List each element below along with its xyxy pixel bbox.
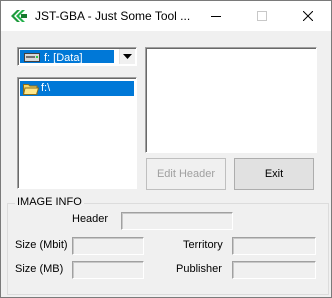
green-chevron-icon	[11, 9, 27, 23]
title-bar[interactable]: JST-GBA - Just Some Tool ...	[1, 1, 331, 31]
window-title: JST-GBA - Just Some Tool ...	[35, 9, 191, 23]
directory-list[interactable]: f:\	[17, 77, 137, 189]
preview-panel	[145, 47, 317, 153]
edit-header-button[interactable]: Edit Header	[146, 158, 226, 190]
image-info-title: IMAGE INFO	[15, 196, 84, 208]
drive-icon	[24, 53, 40, 65]
size-mb-field	[72, 261, 144, 279]
close-button[interactable]	[285, 1, 331, 31]
directory-list-item[interactable]: f:\	[20, 81, 134, 96]
maximize-icon	[257, 11, 267, 21]
main-window: JST-GBA - Just Some Tool ... f: [Data] f…	[0, 0, 332, 298]
close-icon	[303, 11, 313, 21]
dropdown-button[interactable]	[119, 49, 135, 64]
drive-select-highlight: f: [Data]	[20, 50, 114, 65]
directory-item-label: f:\	[41, 82, 51, 94]
minimize-icon	[211, 16, 221, 17]
minimize-button[interactable]	[193, 1, 239, 31]
exit-button[interactable]: Exit	[234, 158, 314, 190]
chevron-down-icon	[123, 54, 132, 59]
maximize-button[interactable]	[239, 1, 285, 31]
header-field	[121, 212, 233, 230]
publisher-label: Publisher	[176, 263, 222, 275]
drive-select-value: f: [Data]	[44, 52, 83, 64]
territory-label: Territory	[183, 239, 223, 251]
header-label: Header	[72, 213, 109, 225]
publisher-field	[232, 261, 316, 279]
drive-select[interactable]: f: [Data]	[17, 47, 137, 66]
open-folder-icon	[22, 82, 40, 98]
size-mbit-label: Size (Mbit)	[15, 239, 68, 251]
territory-field	[232, 237, 316, 255]
size-mb-label: Size (MB)	[15, 263, 64, 275]
size-mbit-field	[72, 237, 144, 255]
